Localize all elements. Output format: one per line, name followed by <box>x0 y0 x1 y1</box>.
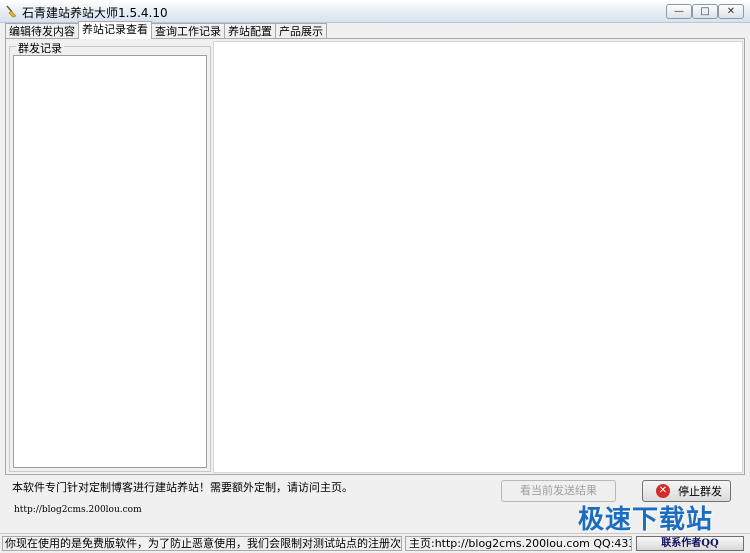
notice-text: 本软件专门针对定制博客进行建站养站！需要额外定制，请访问主页。 <box>12 481 353 494</box>
watermark-logo: 极速下载站 <box>578 505 714 535</box>
stop-icon: ✕ <box>656 484 670 498</box>
tab-edit-pending[interactable]: 编辑待发内容 <box>5 23 79 38</box>
tab-products[interactable]: 产品展示 <box>275 23 327 38</box>
record-detail-area[interactable] <box>213 41 743 473</box>
homepage-link[interactable]: http://blog2cms.200lou.com <box>14 505 142 515</box>
tab-work-log[interactable]: 查询工作记录 <box>151 23 225 38</box>
close-button[interactable]: ✕ <box>718 4 744 19</box>
stop-button-label: 停止群发 <box>678 485 722 498</box>
send-records-list[interactable] <box>13 55 207 468</box>
tab-site-records[interactable]: 养站记录查看 <box>78 21 152 39</box>
status-license-text: 你现在使用的是免费版软件，为了防止恶意使用，我们会限制对测试站点的注册次数！ <box>2 536 402 551</box>
group-legend: 群发记录 <box>16 40 64 56</box>
tab-site-config[interactable]: 养站配置 <box>224 23 276 38</box>
minimize-button[interactable]: — <box>666 4 692 19</box>
status-bar: 你现在使用的是免费版软件，为了防止恶意使用，我们会限制对测试站点的注册次数！ 主… <box>0 533 750 553</box>
send-records-group: 群发记录 <box>9 40 211 472</box>
tab-panel: 群发记录 <box>5 38 745 475</box>
tab-strip: 编辑待发内容 养站记录查看 查询工作记录 养站配置 产品展示 <box>5 21 327 39</box>
title-bar: 石青建站养站大师1.5.4.10 — □ ✕ <box>0 0 750 23</box>
window-title: 石青建站养站大师1.5.4.10 <box>22 6 168 20</box>
contact-author-button[interactable]: 联系作者QQ <box>636 536 744 551</box>
broom-icon <box>6 5 17 18</box>
maximize-button[interactable]: □ <box>692 4 718 19</box>
status-homepage-text: 主页:http://blog2cms.200lou.com QQ:433168 <box>405 536 632 551</box>
